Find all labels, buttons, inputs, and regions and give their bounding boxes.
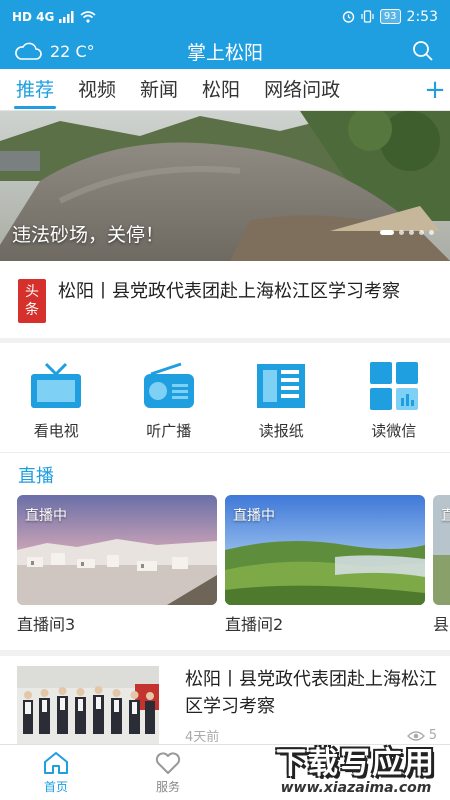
live-room-title: 县: [433, 615, 450, 634]
nav-service[interactable]: 服务: [112, 745, 224, 800]
newspaper-icon: [257, 364, 306, 408]
news-image: [17, 666, 159, 744]
add-channel-button[interactable]: +: [420, 69, 450, 111]
watermark-url: www.xiazaima.com: [280, 780, 432, 796]
badge-char: 条: [25, 302, 39, 318]
weather-widget[interactable]: 22 C°: [14, 41, 95, 61]
news-item[interactable]: 松阳丨县党政代表团赴上海松江区学习考察 4天前 5: [17, 666, 437, 746]
news-body: 松阳丨县党政代表团赴上海松江区学习考察 4天前 5: [185, 666, 437, 746]
alarm-icon: [342, 11, 355, 23]
status-time: 2:53: [406, 8, 438, 25]
heart-icon: [155, 752, 181, 774]
tab-video[interactable]: 视频: [66, 69, 128, 111]
quick-link-label: 读报纸: [258, 422, 304, 440]
network-label: HD 4G: [12, 9, 55, 24]
quick-links: 看电视 听广播 读报纸 读微信: [0, 348, 450, 453]
news-time: 4天前: [185, 730, 220, 745]
carousel-dot: [419, 230, 424, 235]
live-status-tag: 直: [441, 508, 450, 524]
headline-badge: 头 条: [18, 279, 46, 323]
news-thumbnail: [17, 666, 159, 744]
tv-icon: [31, 362, 82, 408]
status-right: 93 2:53: [342, 9, 438, 25]
live-card[interactable]: 直播中 直播间3: [17, 495, 217, 635]
banner-carousel[interactable]: 违法砂场，关停！: [0, 111, 450, 261]
tab-recommend[interactable]: 推荐: [0, 69, 66, 111]
vibrate-icon: [361, 10, 374, 23]
live-room-title: 直播间2: [225, 615, 284, 634]
banner-caption: 违法砂场，关停！: [12, 224, 165, 246]
quick-link-newspaper[interactable]: 读报纸: [225, 348, 338, 452]
status-bar: HD 4G 93 2:53: [0, 0, 450, 33]
tab-news[interactable]: 新闻: [128, 69, 190, 111]
quick-link-wechat[interactable]: 读微信: [338, 348, 450, 452]
tab-online-politics[interactable]: 网络问政: [252, 69, 352, 111]
live-section-title: 直播: [18, 466, 54, 487]
live-list: 直播中 直播间3 直播中 直播间2 直 县: [17, 495, 450, 635]
carousel-dot: [380, 230, 394, 235]
live-thumbnail: 直播中: [17, 495, 217, 605]
cloud-icon: [15, 42, 42, 60]
home-icon: [44, 752, 68, 774]
channel-tabs: 推荐 视频 新闻 松阳 网络问政 +: [0, 69, 450, 111]
watermark-main: 下载写应用: [276, 746, 436, 781]
nav-label: 服务: [155, 780, 180, 794]
live-room-title: 直播间3: [17, 615, 76, 634]
site-watermark: 下载写应用 www.xiazaima.com: [266, 738, 446, 796]
quick-link-radio[interactable]: 听广播: [113, 348, 226, 452]
quick-link-tv[interactable]: 看电视: [0, 348, 113, 452]
carousel-dot: [429, 230, 434, 235]
radio-icon: [143, 362, 194, 408]
search-button[interactable]: [410, 38, 436, 64]
nav-home[interactable]: 首页: [0, 745, 112, 800]
live-card[interactable]: 直播中 直播间2: [225, 495, 425, 635]
live-thumbnail: 直播中: [225, 495, 425, 605]
app-header: 22 C° 掌上松阳: [0, 33, 450, 69]
section-divider: [0, 650, 450, 656]
wifi-icon: [80, 10, 96, 23]
badge-char: 头: [25, 284, 39, 300]
quick-link-label: 看电视: [33, 422, 79, 440]
live-thumbnail: 直: [433, 495, 450, 605]
temperature: 22 C°: [50, 41, 95, 61]
live-status-tag: 直播中: [233, 508, 275, 524]
headline-title: 松阳丨县党政代表团赴上海松江区学习考察: [58, 281, 400, 302]
search-icon: [413, 41, 433, 61]
carousel-dot: [399, 230, 404, 235]
signal-icon: [59, 10, 74, 23]
quick-link-label: 听广播: [146, 422, 192, 440]
carousel-dot: [409, 230, 414, 235]
tab-songyang[interactable]: 松阳: [190, 69, 252, 111]
carousel-indicator: [380, 230, 434, 235]
live-card[interactable]: 直 县: [433, 495, 450, 635]
battery-indicator: 93: [379, 9, 401, 24]
quick-link-label: 读微信: [371, 422, 417, 440]
network-status: HD 4G: [12, 10, 96, 24]
live-status-tag: 直播中: [25, 508, 67, 524]
headline-item[interactable]: 头 条 松阳丨县党政代表团赴上海松江区学习考察: [0, 261, 450, 343]
news-title: 松阳丨县党政代表团赴上海松江区学习考察: [185, 669, 437, 717]
nav-label: 首页: [43, 780, 68, 794]
wechat-grid-icon: [369, 362, 418, 410]
